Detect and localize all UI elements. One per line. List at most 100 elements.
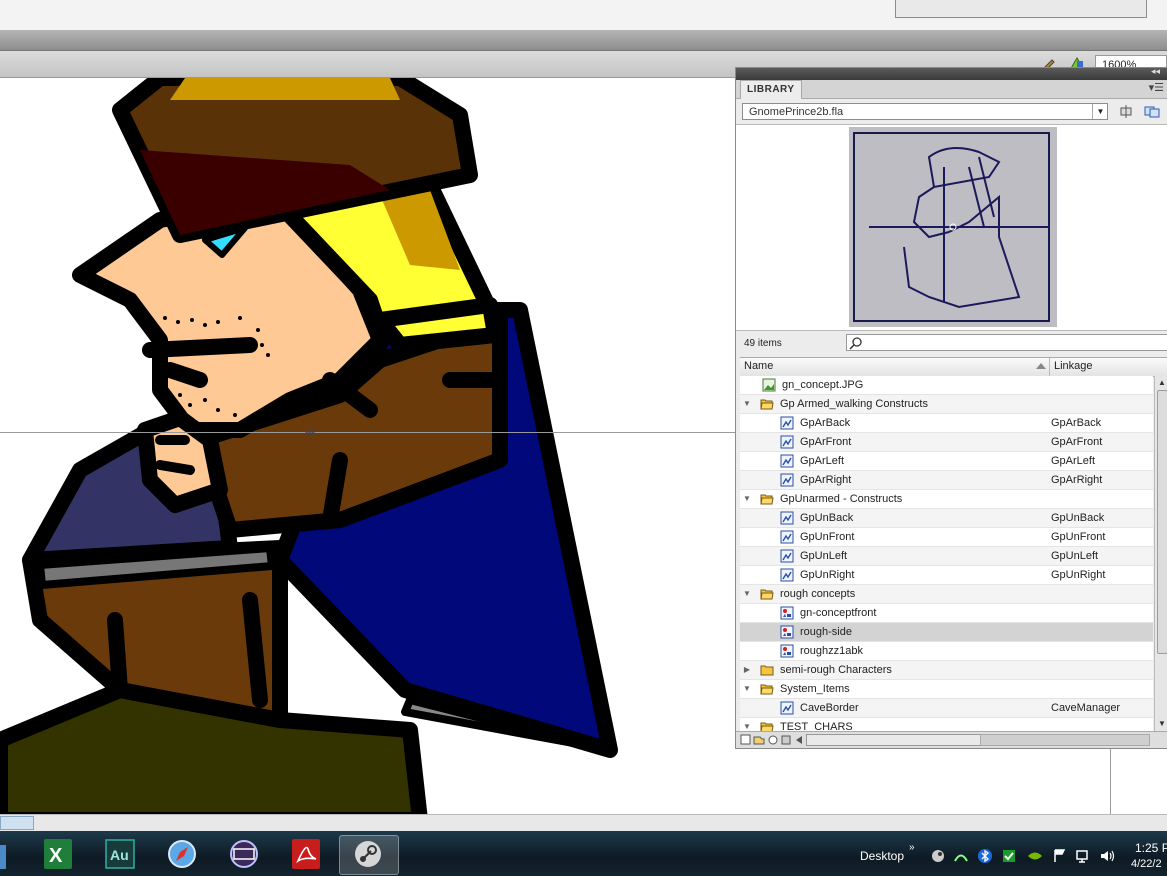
panel-menu-icon[interactable]: ▾☰ <box>1149 81 1164 94</box>
collapse-arrow-icon[interactable]: ▼ <box>742 680 752 698</box>
library-row[interactable]: GpUnBack GpUnBack <box>740 509 1153 528</box>
library-row[interactable]: ▼ rough concepts <box>740 585 1153 604</box>
library-vertical-scrollbar[interactable]: ▲ ▼ <box>1154 376 1167 731</box>
library-row[interactable]: ▶ semi-rough Characters <box>740 661 1153 680</box>
expand-arrow-icon[interactable]: ▶ <box>742 661 752 679</box>
volume-tray-icon[interactable] <box>1099 848 1115 864</box>
network-tray-icon[interactable] <box>953 848 969 864</box>
safari-icon[interactable] <box>162 835 202 873</box>
scroll-down-icon[interactable]: ▼ <box>1155 717 1167 731</box>
bluetooth-tray-icon[interactable] <box>977 848 993 864</box>
clock-time[interactable]: 1:25 P <box>1135 841 1167 855</box>
library-item-list: gn_concept.JPG ▼ Gp Armed_walking Construc… <box>740 376 1153 731</box>
start-orb-edge[interactable] <box>0 843 8 871</box>
registration-point-icon <box>305 427 315 437</box>
library-footer <box>736 731 1167 748</box>
library-row[interactable]: roughzz1abk <box>740 642 1153 661</box>
library-status-row: 49 items <box>736 331 1167 355</box>
timeline-bar <box>0 30 1167 51</box>
library-file-select[interactable]: GnomePrince2b.fla <box>742 103 1108 120</box>
graphic-icon <box>780 644 794 658</box>
library-row[interactable]: gn-conceptfront <box>740 604 1153 623</box>
library-row-name: roughzz1abk <box>800 645 863 657</box>
graphic-icon <box>780 606 794 620</box>
library-row-name: Gp Armed_walking Constructs <box>780 398 928 410</box>
movieclip-icon <box>780 568 794 582</box>
library-row-name: semi-rough Characters <box>780 664 892 676</box>
nvidia-tray-icon[interactable] <box>1027 848 1043 864</box>
stage-horizontal-scrollbar[interactable] <box>0 814 1167 832</box>
library-row[interactable]: GpArFront GpArFront <box>740 433 1153 452</box>
library-row-linkage: GpUnRight <box>1051 569 1106 581</box>
pin-library-icon[interactable] <box>1118 104 1134 119</box>
audition-icon[interactable]: Au <box>100 835 140 873</box>
collapse-arrow-icon[interactable]: ▼ <box>742 718 752 731</box>
library-panel: ◂◂ LIBRARY ▾☰ GnomePrince2b.fla ▼ 49 ite… <box>735 66 1167 749</box>
library-row-linkage: GpUnLeft <box>1051 550 1099 562</box>
library-row[interactable]: CaveBorder CaveManager <box>740 699 1153 718</box>
library-row[interactable]: ▼ Gp Armed_walking Constructs <box>740 395 1153 414</box>
clock-date[interactable]: 4/22/2 <box>1131 858 1162 870</box>
library-row-linkage: GpArFront <box>1051 436 1103 448</box>
library-row[interactable]: ▼ GpUnarmed - Constructs <box>740 490 1153 509</box>
sort-ascending-icon[interactable] <box>1036 363 1046 369</box>
library-row[interactable]: GpArLeft GpArLeft <box>740 452 1153 471</box>
sketch-preview-image <box>849 127 1057 327</box>
collapse-arrow-icon[interactable]: ▼ <box>742 395 752 413</box>
chevron-down-icon[interactable]: ▼ <box>1092 104 1108 119</box>
library-row-name: CaveBorder <box>800 702 859 714</box>
library-search-input[interactable] <box>846 334 1167 351</box>
collapse-arrow-icon[interactable]: ▼ <box>742 585 752 603</box>
library-row[interactable]: rough-side <box>740 623 1153 642</box>
stage-scroll-thumb[interactable] <box>0 816 34 830</box>
folder-open-icon <box>760 682 774 696</box>
library-row-linkage: GpArBack <box>1051 417 1102 429</box>
library-row[interactable]: GpUnLeft GpUnLeft <box>740 547 1153 566</box>
movieclip-icon <box>780 549 794 563</box>
network-wired-tray-icon[interactable] <box>1075 848 1091 864</box>
collapse-panel-icon[interactable]: ◂◂ <box>1151 66 1160 77</box>
scroll-thumb[interactable] <box>1157 390 1167 654</box>
top-search-box[interactable] <box>895 0 1147 18</box>
library-row[interactable]: GpArBack GpArBack <box>740 414 1153 433</box>
update-tray-icon[interactable] <box>1001 848 1017 864</box>
library-row-name: TEST_CHARS <box>780 721 853 731</box>
library-panel-titlebar[interactable]: ◂◂ <box>736 66 1167 80</box>
scroll-up-icon[interactable]: ▲ <box>1155 376 1167 390</box>
library-footer-buttons[interactable] <box>740 734 804 746</box>
svg-text:Au: Au <box>110 847 129 863</box>
column-name[interactable]: Name <box>744 360 773 372</box>
tab-library[interactable]: LIBRARY <box>740 80 802 99</box>
steam-tray-icon[interactable] <box>930 848 946 864</box>
movieclip-icon <box>780 511 794 525</box>
flag-tray-icon[interactable] <box>1052 848 1068 864</box>
library-row-name: gn-conceptfront <box>800 607 877 619</box>
desktop-toolbar-label[interactable]: Desktop <box>860 849 904 863</box>
folder-closed-icon <box>760 663 774 677</box>
media-icon[interactable] <box>224 835 264 873</box>
library-row-name: rough-side <box>800 626 852 638</box>
folder-open-icon <box>760 397 774 411</box>
collapse-arrow-icon[interactable]: ▼ <box>742 490 752 508</box>
column-divider[interactable] <box>1049 358 1050 376</box>
library-row[interactable]: GpUnFront GpUnFront <box>740 528 1153 547</box>
column-linkage[interactable]: Linkage <box>1054 360 1093 372</box>
steam-icon[interactable] <box>348 835 388 873</box>
movieclip-icon <box>780 473 794 487</box>
library-hscroll-thumb[interactable] <box>806 734 982 746</box>
library-row-name: GpUnRight <box>800 569 855 581</box>
new-library-panel-icon[interactable] <box>1144 104 1160 119</box>
library-row[interactable]: GpArRight GpArRight <box>740 471 1153 490</box>
library-row[interactable]: ▼ TEST_CHARS <box>740 718 1153 731</box>
search-icon <box>849 337 862 350</box>
acrobat-icon[interactable] <box>286 835 326 873</box>
movieclip-icon <box>780 530 794 544</box>
gnome-prince-artwork[interactable] <box>0 78 735 814</box>
desktop-toolbar-chevron[interactable]: » <box>909 842 915 853</box>
library-row[interactable]: GpUnRight GpUnRight <box>740 566 1153 585</box>
folder-open-icon <box>760 492 774 506</box>
library-hscroll-track[interactable] <box>980 734 1150 746</box>
excel-icon[interactable]: X <box>38 835 78 873</box>
library-row[interactable]: ▼ System_Items <box>740 680 1153 699</box>
library-row[interactable]: gn_concept.JPG <box>740 376 1153 395</box>
